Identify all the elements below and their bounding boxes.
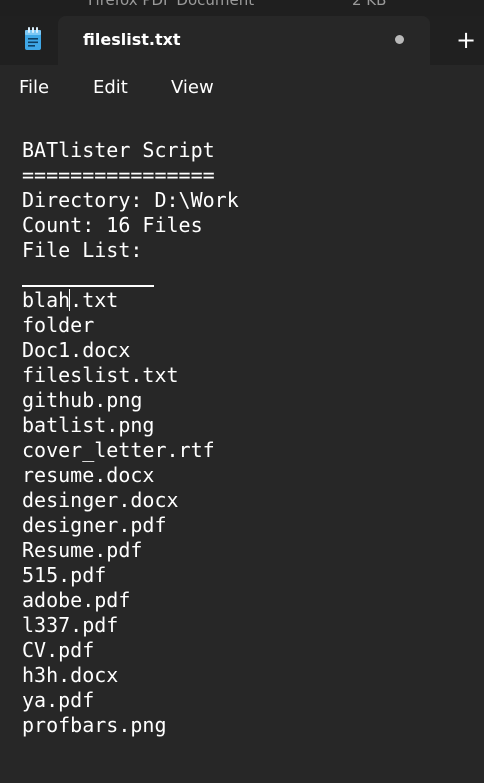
menu-file[interactable]: File [19,77,49,98]
text-line: ya.pdf [22,688,95,712]
menu-edit[interactable]: Edit [93,77,128,98]
text-line: BATlister Script [22,138,215,162]
text-line: File List: [22,238,143,262]
text-line: Doc1.docx [22,338,131,362]
text-line: 515.pdf [22,563,107,587]
background-window-strip: Firefox PDF Document 2 KB [0,0,484,16]
tab-fileslist[interactable]: fileslist.txt [58,16,430,65]
text-line: Directory: D:\Work [22,188,239,212]
background-window-label: Firefox PDF Document [88,0,255,9]
background-window-size: 2 KB [352,0,387,9]
tab-title: fileslist.txt [83,30,181,49]
text-line: ================ [22,163,215,187]
text-cursor [69,289,70,311]
text-line: resume.docx [22,463,155,487]
separator-line [22,285,154,287]
text-line: cover_letter.rtf [22,438,215,462]
text-line: CV.pdf [22,638,95,662]
text-line: batlist.png [22,413,155,437]
menu-view[interactable]: View [171,77,214,98]
notepad-window: Firefox PDF Document 2 KB fileslist.txt … [0,0,484,783]
text-line: blah.txt [22,288,119,312]
text-line: profbars.png [22,713,167,737]
text-line: adobe.pdf [22,588,131,612]
text-line: designer.pdf [22,513,167,537]
text-editor[interactable]: BATlister Script ================ Direct… [0,113,484,783]
text-line: folder [22,313,95,337]
text-line: h3h.docx [22,663,119,687]
text-line: desinger.docx [22,488,179,512]
text-line: Count: 16 Files [22,213,203,237]
text-line: fileslist.txt [22,363,179,387]
unsaved-changes-dot[interactable] [395,35,404,44]
text-line: l337.pdf [22,613,119,637]
new-tab-button[interactable]: + [448,24,484,56]
text-line: Resume.pdf [22,538,143,562]
menu-bar: File Edit View [0,65,484,113]
title-bar: fileslist.txt + [0,16,484,65]
notepad-icon [25,27,41,50]
text-line: github.png [22,388,143,412]
